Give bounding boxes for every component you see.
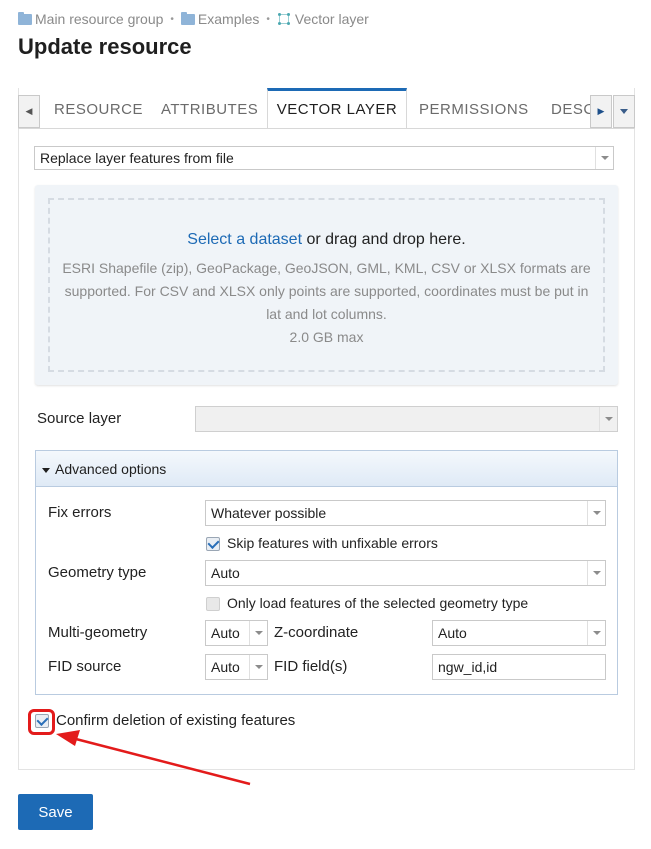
- chevron-down-icon: [620, 109, 628, 114]
- chevron-right-icon: ▶: [597, 106, 605, 116]
- fid-source-value: Auto: [211, 659, 240, 675]
- chevron-down-icon: [595, 147, 613, 169]
- breadcrumb-separator: •: [170, 13, 174, 25]
- z-coordinate-select[interactable]: Auto: [432, 620, 606, 646]
- chevron-down-icon: [587, 561, 605, 585]
- breadcrumb-label[interactable]: Main resource group: [35, 11, 163, 27]
- fix-errors-label: Fix errors: [48, 504, 112, 521]
- z-coordinate-label: Z-coordinate: [274, 624, 359, 641]
- skip-unfixable-label: Skip features with unfixable errors: [227, 535, 438, 551]
- folder-icon: [18, 11, 32, 25]
- only-selected-geometry-label: Only load features of the selected geome…: [227, 595, 529, 611]
- dropzone-max-size: 2.0 GB max: [289, 329, 364, 345]
- tab-attributes[interactable]: ATTRIBUTES: [161, 88, 258, 128]
- fix-errors-value: Whatever possible: [211, 505, 327, 521]
- chevron-down-icon: [249, 655, 267, 679]
- folder-icon: [180, 11, 195, 25]
- breadcrumb: Main resource group • Examples • Vector …: [18, 11, 369, 27]
- caret-down-icon: [42, 467, 50, 473]
- fix-errors-select[interactable]: Whatever possible: [205, 500, 606, 526]
- import-mode-select[interactable]: Replace layer features from file: [34, 146, 614, 170]
- tab-description[interactable]: DESC: [551, 88, 595, 128]
- multi-geometry-value: Auto: [211, 625, 240, 641]
- annotation-highlight-box: [28, 709, 55, 735]
- chevron-left-icon: ◀: [25, 106, 33, 116]
- tab-scroll-left-button[interactable]: ◀: [18, 95, 40, 128]
- breadcrumb-label[interactable]: Examples: [198, 11, 259, 27]
- breadcrumb-separator: •: [266, 13, 270, 25]
- tab-scroll-right-button[interactable]: ▶: [590, 95, 612, 128]
- tab-menu-button[interactable]: [613, 95, 635, 128]
- chevron-down-icon: [587, 621, 605, 645]
- source-layer-label: Source layer: [37, 410, 122, 427]
- fid-fields-label: FID field(s): [274, 658, 348, 675]
- import-mode-value: Replace layer features from file: [40, 150, 234, 166]
- dropzone-formats: ESRI Shapefile (zip), GeoPackage, GeoJSO…: [62, 260, 591, 322]
- fid-fields-input[interactable]: ngw_id,id: [432, 654, 606, 680]
- breadcrumb-item-vector-layer[interactable]: Vector layer: [277, 11, 369, 27]
- select-dataset-link[interactable]: Select a dataset: [187, 231, 302, 248]
- advanced-options-toggle[interactable]: Advanced options: [36, 451, 617, 487]
- chevron-down-icon: [587, 501, 605, 525]
- geometry-type-value: Auto: [211, 565, 240, 581]
- confirm-deletion-label: Confirm deletion of existing features: [56, 712, 296, 729]
- dropzone-prompt: Select a dataset or drag and drop here.: [50, 231, 603, 249]
- tab-permissions[interactable]: PERMISSIONS: [419, 88, 529, 128]
- breadcrumb-item-main-resource-group[interactable]: Main resource group: [18, 11, 163, 27]
- multi-geometry-select[interactable]: Auto: [205, 620, 268, 646]
- breadcrumb-item-examples[interactable]: Examples: [180, 11, 259, 27]
- only-selected-geometry-checkbox[interactable]: [206, 597, 220, 611]
- geometry-type-label: Geometry type: [48, 564, 147, 581]
- dropzone-prompt-text: or drag and drop here.: [302, 231, 466, 248]
- tab-bar: ◀ RESOURCE ATTRIBUTES VECTOR LAYER PERMI…: [18, 88, 635, 129]
- page-title: Update resource: [18, 34, 192, 59]
- tab-resource[interactable]: RESOURCE: [54, 88, 143, 128]
- breadcrumb-label[interactable]: Vector layer: [295, 11, 369, 27]
- vector-layer-icon: [277, 12, 291, 26]
- skip-unfixable-checkbox[interactable]: [206, 537, 220, 551]
- advanced-options-title: Advanced options: [55, 461, 167, 477]
- dropzone[interactable]: Select a dataset or drag and drop here. …: [48, 198, 605, 372]
- save-button[interactable]: Save: [18, 794, 93, 830]
- fid-source-label: FID source: [48, 658, 122, 675]
- source-layer-select[interactable]: [195, 406, 618, 432]
- z-coordinate-value: Auto: [438, 625, 467, 641]
- chevron-down-icon: [249, 621, 267, 645]
- chevron-down-icon: [599, 407, 617, 431]
- tab-vector-layer[interactable]: VECTOR LAYER: [267, 88, 407, 128]
- fid-source-select[interactable]: Auto: [205, 654, 268, 680]
- multi-geometry-label: Multi-geometry: [48, 624, 148, 641]
- geometry-type-select[interactable]: Auto: [205, 560, 606, 586]
- file-upload-area: Select a dataset or drag and drop here. …: [35, 185, 618, 385]
